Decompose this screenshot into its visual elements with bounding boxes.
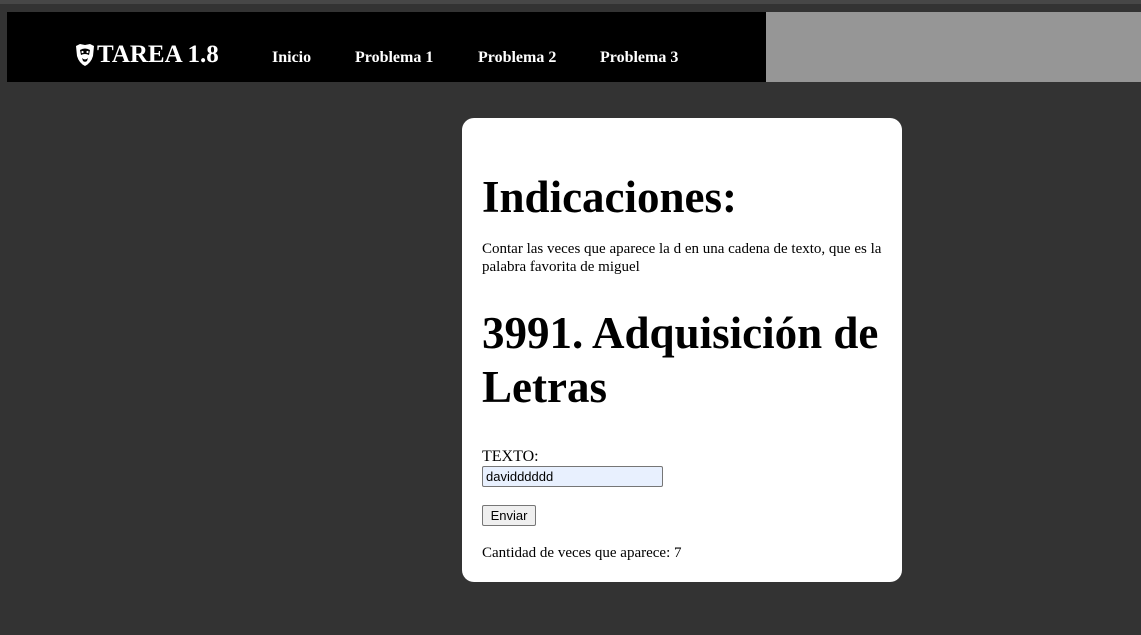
nav-link-problema-1[interactable]: Problema 1 [355, 48, 433, 68]
brand[interactable]: TAREA 1.8 [74, 40, 219, 70]
nav-link-problema-3[interactable]: Problema 3 [600, 48, 678, 68]
submit-button[interactable]: Enviar [482, 505, 536, 526]
text-field-label: TEXTO: [482, 448, 539, 465]
nav-link-problema-2[interactable]: Problema 2 [478, 48, 556, 68]
problem-title: 3991. Adquisición de Letras [482, 308, 879, 412]
indications-text: Contar las veces que aparece la d en una… [482, 241, 882, 275]
brand-title: TAREA 1.8 [97, 41, 219, 68]
text-input[interactable] [482, 466, 663, 487]
content-card: Indicaciones: Contar las veces que apare… [462, 118, 902, 582]
navbar: TAREA 1.8 Inicio Problema 1 Problema 2 P… [7, 12, 766, 82]
lion-shield-icon [74, 43, 97, 67]
indications-heading: Indicaciones: [482, 172, 738, 222]
result-text: Cantidad de veces que aparece: 7 [482, 545, 682, 561]
nav-link-inicio[interactable]: Inicio [272, 48, 311, 68]
window-top-edge [0, 0, 1141, 4]
navbar-filler [766, 12, 1141, 82]
